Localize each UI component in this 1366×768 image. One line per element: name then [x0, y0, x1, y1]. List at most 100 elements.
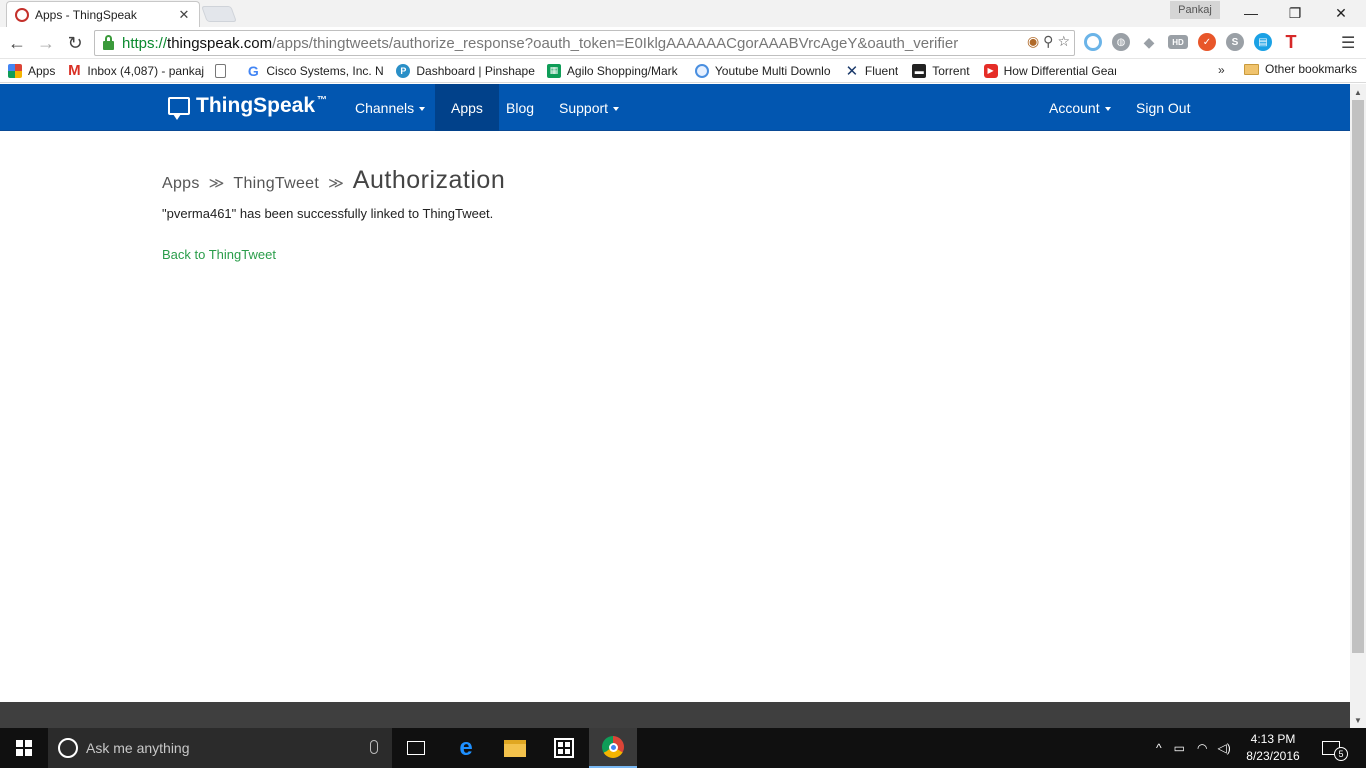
bookmark-item[interactable]: ▬ Torrent	[912, 63, 970, 78]
extension-circle-icon[interactable]	[1084, 33, 1102, 51]
file-explorer-icon	[504, 739, 526, 757]
breadcrumb-separator: ≫	[208, 175, 225, 192]
edge-icon: e	[459, 734, 473, 761]
folder-icon	[1244, 63, 1259, 75]
secure-lock-icon	[103, 34, 114, 50]
wifi-icon[interactable]: ◠	[1197, 741, 1207, 755]
show-hidden-icons-icon[interactable]: ^	[1156, 741, 1162, 755]
thingspeak-favicon-icon	[15, 7, 29, 22]
cortana-icon	[58, 738, 78, 758]
apps-grid-icon	[8, 63, 22, 78]
scroll-up-icon[interactable]: ▲	[1350, 84, 1366, 100]
caret-down-icon	[1104, 106, 1111, 111]
system-tray: ^ ▭ ◠ ◁)	[1156, 728, 1231, 768]
breadcrumb: Apps ≫ ThingTweet ≫ Authorization	[162, 166, 505, 195]
back-arrow-icon[interactable]: ←	[5, 31, 29, 55]
gmail-icon: M	[68, 63, 81, 78]
scroll-thumb[interactable]	[1352, 100, 1364, 653]
bookmarks-bar: Apps M Inbox (4,087) - pankaj G Cisco Sy…	[0, 59, 1366, 83]
breadcrumb-thingtweet: ThingTweet	[233, 175, 320, 192]
browser-toolbar: ← → ↻ https:// thingspeak.com /apps/thin…	[0, 27, 1366, 59]
taskbar-edge[interactable]: e	[442, 728, 490, 768]
caret-down-icon	[419, 106, 426, 111]
bookmark-item[interactable]: Youtube Multi Downlo	[694, 63, 831, 78]
youtube-icon: ▶	[983, 63, 998, 78]
taskbar-file-explorer[interactable]	[491, 728, 539, 768]
cookie-blocked-icon[interactable]: ◉	[1027, 33, 1039, 50]
back-to-thingtweet-link[interactable]: Back to ThingTweet	[162, 247, 276, 262]
speech-bubble-icon	[168, 97, 190, 120]
download-icon	[694, 63, 709, 78]
taskbar-store[interactable]	[540, 728, 588, 768]
bookmark-item[interactable]: ✕ Fluent	[845, 63, 899, 78]
bookmark-star-icon[interactable]: ☆	[1057, 33, 1070, 50]
microphone-icon[interactable]	[370, 740, 378, 754]
taskbar-clock[interactable]: 4:13 PM 8/23/2016	[1240, 731, 1306, 765]
profile-button[interactable]: Pankaj	[1170, 1, 1220, 19]
task-view-button[interactable]	[392, 728, 440, 768]
extension-icons: ◍ ◆ HD ✓ S ▤ T	[1084, 32, 1300, 52]
volume-icon[interactable]: ◁)	[1217, 741, 1230, 755]
extension-globe-icon[interactable]: ◍	[1112, 33, 1130, 51]
forward-arrow-icon[interactable]: →	[34, 31, 58, 55]
url-path: /apps/thingtweets/authorize_response?oau…	[272, 34, 959, 52]
window-close-icon[interactable]: ✕	[1318, 0, 1364, 26]
nav-apps[interactable]: Apps	[435, 84, 499, 131]
bookmark-item[interactable]: Apps	[8, 63, 55, 78]
address-bar[interactable]: https:// thingspeak.com /apps/thingtweet…	[94, 30, 1075, 56]
bookmark-item[interactable]: ▶ How Differential Gear	[983, 63, 1116, 78]
page-title: Authorization	[352, 166, 506, 194]
bookmark-item[interactable]: P Dashboard | Pinshape	[396, 63, 535, 78]
google-icon: G	[247, 63, 259, 78]
site-navbar: ThingSpeak ™ Channels Apps Blog Support A…	[0, 84, 1350, 131]
battery-icon[interactable]: ▭	[1174, 741, 1185, 755]
restore-icon[interactable]: ❐	[1272, 0, 1318, 26]
clock-date: 8/23/2016	[1246, 749, 1300, 763]
task-view-icon	[407, 741, 425, 755]
extension-t-icon[interactable]: T	[1282, 32, 1300, 52]
skype-icon[interactable]: S	[1226, 33, 1244, 51]
bookmarks-overflow-icon[interactable]: »	[1218, 63, 1225, 77]
tab-close-icon[interactable]: ✕	[177, 7, 191, 23]
action-center-button[interactable]: 5	[1322, 728, 1354, 768]
nav-sign-out[interactable]: Sign Out	[1124, 84, 1202, 131]
clock-time: 4:13 PM	[1250, 732, 1296, 746]
minimize-icon[interactable]: —	[1228, 0, 1274, 26]
search-placeholder: Ask me anything	[86, 740, 190, 756]
browser-titlebar: Apps - ThingSpeak ✕ Pankaj — ❐ ✕	[0, 0, 1366, 27]
nav-blog[interactable]: Blog	[494, 84, 546, 131]
windows-logo-icon	[16, 740, 32, 756]
taskbar-chrome[interactable]	[589, 728, 637, 768]
nav-account[interactable]: Account	[1037, 84, 1123, 131]
new-tab-button[interactable]	[201, 6, 237, 22]
success-message: "pverma461" has been successfully linked…	[162, 206, 494, 221]
cortana-search-box[interactable]: Ask me anything	[48, 728, 392, 768]
fluent-icon: ✕	[845, 63, 859, 78]
browser-tab-active[interactable]: Apps - ThingSpeak ✕	[6, 1, 200, 27]
thingspeak-logo[interactable]: ThingSpeak ™	[168, 94, 327, 120]
bookmark-item[interactable]: G Cisco Systems, Inc. Ne	[246, 64, 384, 78]
hd-extension-icon[interactable]: HD	[1168, 35, 1188, 49]
browser-menu-icon[interactable]: ☰	[1341, 33, 1355, 53]
windows-taskbar: Ask me anything e ^ ▭ ◠ ◁) 4:13 PM 8/23/…	[0, 728, 1366, 768]
other-bookmarks[interactable]: Other bookmarks	[1244, 62, 1357, 76]
start-button[interactable]	[0, 728, 48, 768]
nav-channels[interactable]: Channels	[343, 84, 437, 131]
pinshape-icon: P	[396, 63, 411, 78]
page-footer	[0, 702, 1350, 728]
reload-icon[interactable]: ↻	[63, 31, 87, 55]
caret-down-icon	[613, 106, 620, 111]
torrent-icon: ▬	[912, 63, 927, 78]
bookmark-item[interactable]	[215, 63, 232, 78]
page-scrollbar[interactable]: ▲ ▼	[1350, 84, 1366, 728]
dropbox-icon[interactable]: ◆	[1140, 33, 1158, 51]
extension-orange-icon[interactable]: ✓	[1198, 33, 1216, 51]
nav-support[interactable]: Support	[547, 84, 631, 131]
bookmark-item[interactable]: M Inbox (4,087) - pankaj	[67, 64, 205, 78]
store-icon	[554, 738, 574, 758]
breadcrumb-separator: ≫	[328, 175, 344, 192]
zoom-icon[interactable]: ⚲	[1043, 33, 1053, 50]
extension-blue-icon[interactable]: ▤	[1254, 33, 1272, 51]
bookmark-item[interactable]: ▦ Agilo Shopping/Mark	[546, 63, 683, 78]
scroll-down-icon[interactable]: ▼	[1350, 712, 1366, 728]
